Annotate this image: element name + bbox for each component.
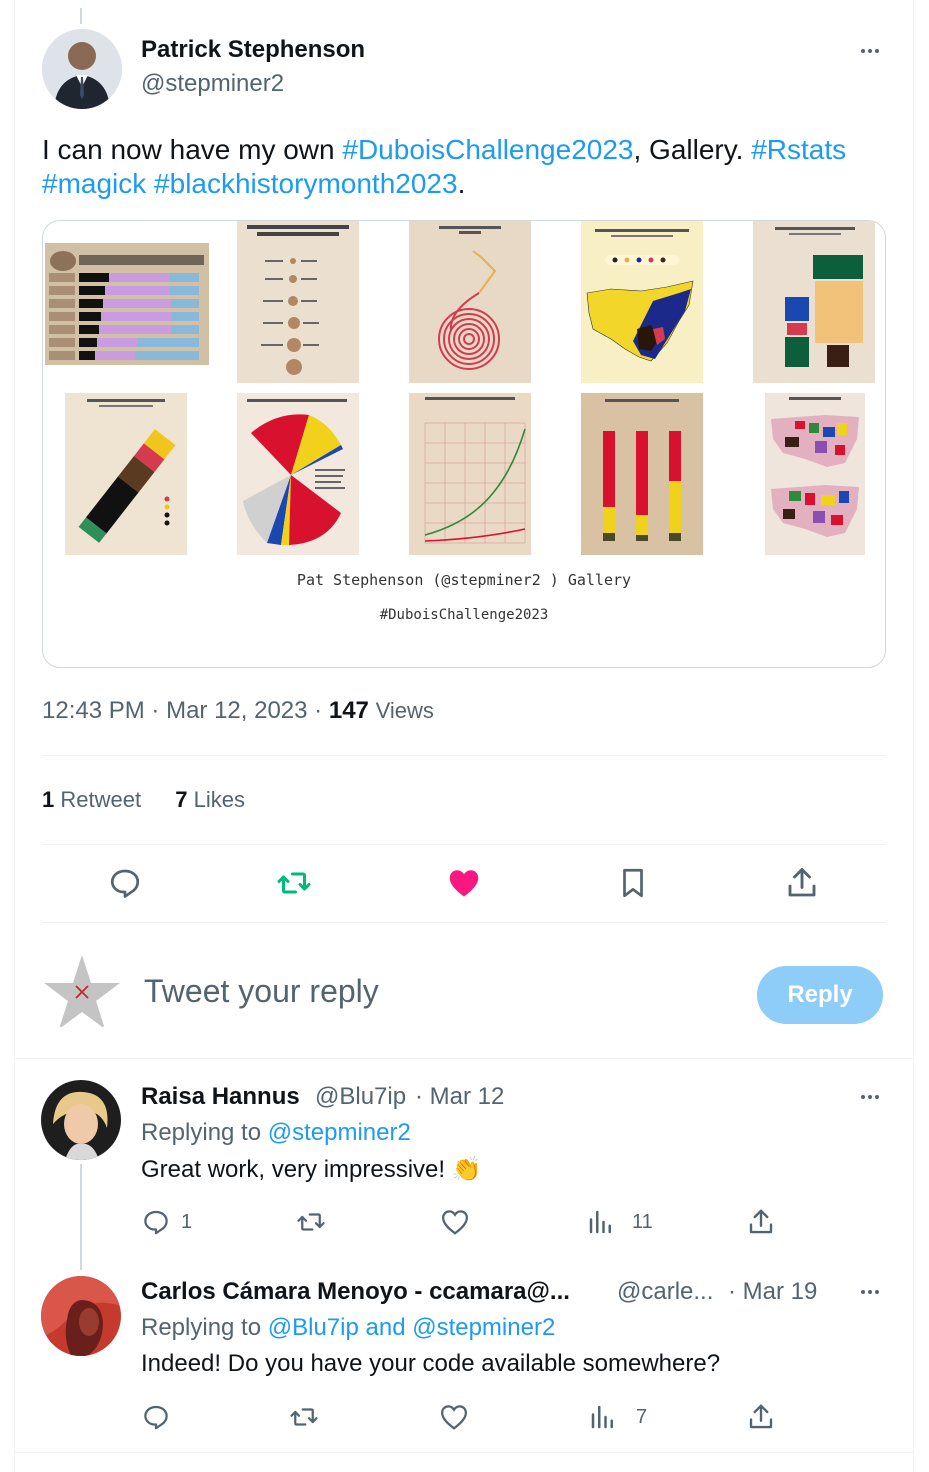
retweet-action[interactable] <box>288 1400 320 1434</box>
gallery-thumbnail <box>581 393 703 555</box>
gallery-thumbnail <box>753 221 875 383</box>
replying-to: Replying to @Blu7ip and @stepminer2 <box>141 1314 555 1342</box>
share-action[interactable] <box>746 1400 776 1434</box>
gallery-thumbnail <box>237 393 359 555</box>
gallery-caption: Pat Stephenson (@stepminer2 ) Gallery <box>296 571 632 589</box>
views-action[interactable]: 7 <box>588 1400 647 1434</box>
reply-date[interactable]: · Mar 12 <box>415 1083 504 1111</box>
reply-author-handle[interactable]: @Blu7ip <box>315 1083 406 1111</box>
reply-action[interactable] <box>141 1400 181 1434</box>
bookmark-icon[interactable] <box>613 863 653 903</box>
reply-button[interactable]: Reply <box>757 966 883 1024</box>
reply-author-avatar[interactable] <box>41 1080 121 1160</box>
share-action[interactable] <box>746 1205 776 1239</box>
replying-to: Replying to @stepminer2 <box>141 1119 411 1147</box>
like-icon[interactable] <box>444 863 484 903</box>
replying-to-prefix: Replying to <box>141 1119 268 1146</box>
likes-count: 7 <box>175 787 188 812</box>
reply-author-handle[interactable]: @carle... <box>617 1278 713 1306</box>
views-action[interactable]: 11 <box>586 1205 653 1239</box>
gallery-thumbnail <box>237 221 359 383</box>
mention-link[interactable]: @Blu7ip and @stepminer2 <box>268 1314 556 1341</box>
retweets-count: 1 <box>42 787 55 812</box>
retweet-icon[interactable] <box>274 863 314 903</box>
retweet-action[interactable] <box>295 1205 327 1239</box>
divider <box>42 922 886 923</box>
divider <box>42 844 886 845</box>
tweet-date[interactable]: Mar 12, 2023 <box>166 697 307 724</box>
author-avatar[interactable] <box>42 29 122 109</box>
hashtag-link[interactable]: #blackhistorymonth2023 <box>154 168 458 199</box>
author-name[interactable]: Patrick Stephenson <box>141 36 365 64</box>
current-user-avatar[interactable] <box>42 953 122 1033</box>
divider <box>42 755 886 756</box>
views-count: 147 <box>328 697 369 724</box>
likes-stat[interactable]: 7 Likes <box>175 787 245 812</box>
views-label: Views <box>375 698 434 723</box>
engagement-stats: 1 Retweet 7 Likes <box>42 787 245 813</box>
gallery-thumbnail <box>409 221 531 383</box>
gallery-thumbnail <box>65 393 187 555</box>
like-action[interactable] <box>440 1205 470 1239</box>
reply-input[interactable]: Tweet your reply <box>144 973 379 1010</box>
author-handle[interactable]: @stepminer2 <box>141 70 284 98</box>
more-options-icon[interactable] <box>855 41 885 61</box>
share-icon[interactable] <box>782 863 822 903</box>
gallery-hashtag-caption: #DuboisChallenge2023 <box>379 607 549 623</box>
hashtag-link[interactable]: #magick <box>42 168 146 199</box>
gallery-thumbnail <box>765 393 865 555</box>
reply-text: Indeed! Do you have your code available … <box>141 1350 721 1377</box>
mention-link[interactable]: @stepminer2 <box>268 1119 411 1146</box>
tweet-text: I can now have my own #DuboisChallenge20… <box>42 133 902 201</box>
more-options-icon[interactable] <box>855 1087 885 1107</box>
gallery-thumbnail <box>409 393 531 555</box>
reply-action[interactable]: 1 <box>141 1205 192 1239</box>
hashtag-link[interactable]: #DuboisChallenge2023 <box>342 134 633 165</box>
tweet-text-segment: , Gallery. <box>633 134 752 165</box>
tweet-text-segment: I can now have my own <box>42 134 343 165</box>
divider <box>15 1058 913 1059</box>
gallery-thumbnail <box>45 243 209 365</box>
tweet-media-image[interactable]: Pat Stephenson (@stepminer2 ) Gallery #D… <box>42 220 886 668</box>
hashtag-link[interactable]: #Rstats <box>751 134 846 165</box>
divider <box>15 1452 913 1453</box>
reply-icon[interactable] <box>105 863 145 903</box>
like-action[interactable] <box>439 1400 469 1434</box>
views-count: 7 <box>636 1405 648 1428</box>
more-options-icon[interactable] <box>855 1282 885 1302</box>
tweet-time[interactable]: 12:43 PM <box>42 697 145 724</box>
likes-label: Likes <box>193 787 245 812</box>
tweet-text-segment: . <box>457 168 466 199</box>
retweets-stat[interactable]: 1 Retweet <box>42 787 141 812</box>
views-count: 11 <box>632 1210 653 1233</box>
thread-connector <box>80 8 82 24</box>
thread-connector <box>80 1164 82 1270</box>
reply-count: 1 <box>181 1210 193 1233</box>
reply-author-name[interactable]: Raisa Hannus <box>141 1083 300 1111</box>
separator-dot: · <box>314 697 323 724</box>
reply-date[interactable]: · Mar 19 <box>728 1278 817 1306</box>
reply-text: Great work, very impressive! 👏 <box>141 1156 482 1183</box>
reply-author-avatar[interactable] <box>41 1276 121 1356</box>
replying-to-prefix: Replying to <box>141 1314 268 1341</box>
reply-author-name[interactable]: Carlos Cámara Menoyo - ccamara@... <box>141 1278 570 1306</box>
retweets-label: Retweet <box>60 787 142 812</box>
separator-dot: · <box>151 697 160 724</box>
gallery-thumbnail <box>581 221 703 383</box>
tweet-timestamp-row: 12:43 PM · Mar 12, 2023 · 147 Views <box>42 697 434 725</box>
